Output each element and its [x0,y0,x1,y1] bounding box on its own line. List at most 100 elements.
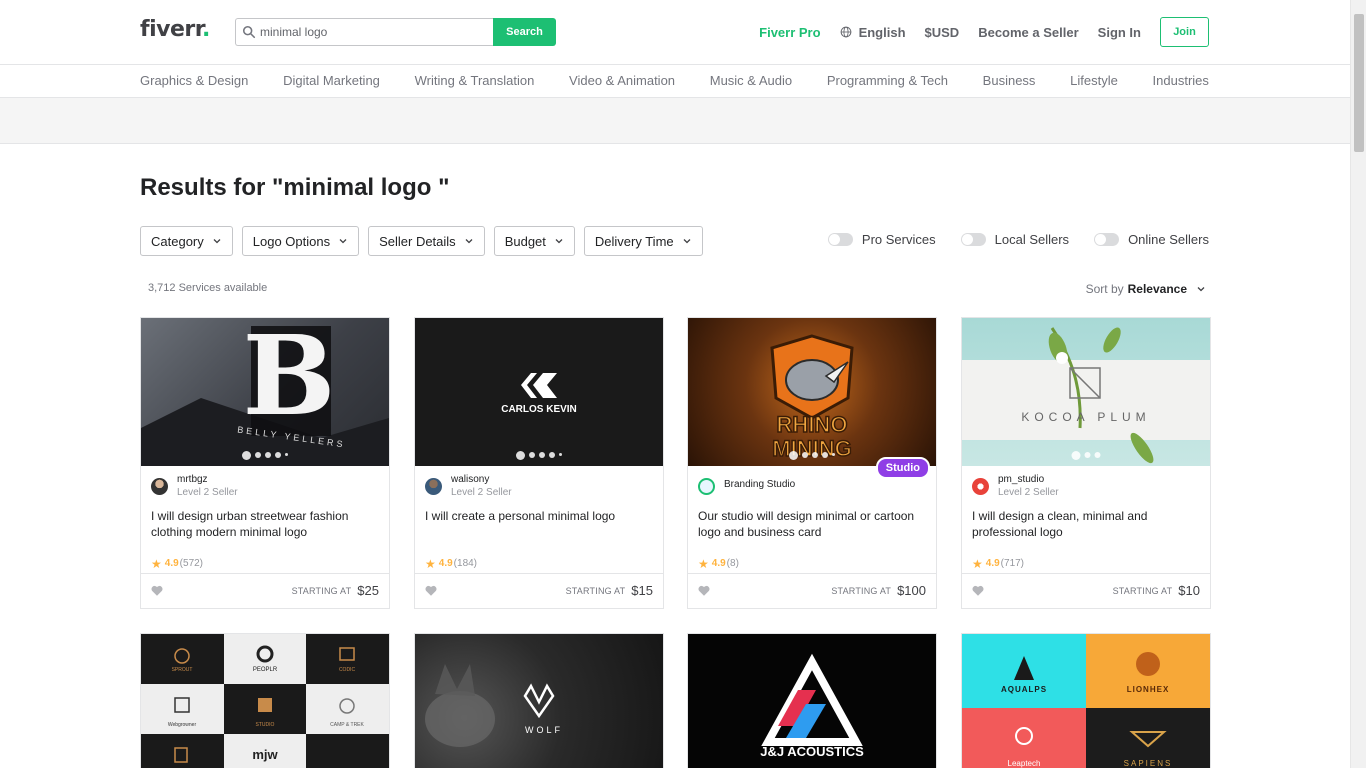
sign-in-link[interactable]: Sign In [1098,25,1141,40]
gig-rating: ★ 4.9 (184) [425,556,478,571]
heart-icon[interactable] [425,585,437,596]
gig-image-art: B BELLY YELLERS [141,318,389,466]
category-programming-tech[interactable]: Programming & Tech [827,73,948,88]
filter-budget[interactable]: Budget [493,226,575,256]
toggle-switch[interactable] [1094,233,1120,246]
toggle-online-sellers[interactable]: Online Sellers [1094,232,1209,247]
gig-price[interactable]: STARTING AT $15 [566,583,653,598]
filter-category[interactable]: Category [140,226,233,256]
gig-title[interactable]: I will design a clean, minimal and profe… [962,508,1210,548]
gig-card[interactable]: AQUALPS LIONHEX Leaptech SAPIENS [961,633,1211,768]
chevron-down-icon [555,239,563,244]
heart-icon[interactable] [972,585,984,596]
svg-text:AQUALPS: AQUALPS [1001,685,1047,694]
gig-card[interactable]: B BELLY YELLERS mrtbgz Level 2 Seller I … [140,317,390,609]
gig-card[interactable]: mjw SPROUT PEOPLR CODIC Webgrowner STUDI… [140,633,390,768]
fiverr-logo[interactable]: fiverr. [140,17,210,42]
toggle-group: Pro Services Local Sellers Online Seller… [803,232,1209,247]
carousel-dots[interactable] [240,451,290,460]
gig-image-art: RHINO MINING [770,334,854,462]
category-writing-translation[interactable]: Writing & Translation [415,73,535,88]
seller-name[interactable]: walisony [451,474,663,486]
search-icon [242,25,256,39]
results-title: Results for "minimal logo " [140,174,450,201]
gig-image[interactable]: KOCOA PLUM [962,318,1210,466]
studio-icon[interactable] [698,478,715,495]
chevron-down-icon [465,239,473,244]
chevron-down-icon [339,239,347,244]
star-icon: ★ [698,556,709,571]
carousel-dots[interactable] [787,451,837,460]
gig-title[interactable]: I will create a personal minimal logo [415,508,663,548]
gig-title[interactable]: I will design urban streetwear fashion c… [141,508,389,548]
gig-card[interactable]: KOCOA PLUM pm_studio Level 2 Seller I wi… [961,317,1211,609]
avatar[interactable] [151,478,168,495]
join-button[interactable]: Join [1160,17,1209,47]
gig-price[interactable]: STARTING AT $25 [292,583,379,598]
category-digital-marketing[interactable]: Digital Marketing [283,73,380,88]
language-selector[interactable]: English [840,25,906,40]
gig-image[interactable]: RHINO MINING [688,318,936,466]
seller-name[interactable]: pm_studio [998,474,1210,486]
gig-image[interactable]: CARLOS KEVIN [415,318,663,466]
gig-card[interactable]: RHINO MINING Studio Branding Studio Our … [687,317,937,609]
gig-card[interactable]: CARLOS KEVIN walisony Level 2 Seller I w… [414,317,664,609]
currency-selector[interactable]: $USD [925,25,960,40]
banner-strip [0,98,1350,144]
gig-card[interactable]: WOLF [414,633,664,768]
gig-image[interactable]: WOLF [415,634,663,768]
category-lifestyle[interactable]: Lifestyle [1070,73,1118,88]
page-scrollbar[interactable] [1350,0,1366,768]
search-input[interactable] [235,18,493,46]
gig-footer: STARTING AT $100 [688,573,936,608]
globe-icon [840,26,851,38]
seller-name[interactable]: Branding Studio [724,479,936,491]
sort-label: Sort by [1085,282,1124,296]
avatar[interactable] [425,478,442,495]
gig-card[interactable]: J&J ACOUSTICS [687,633,937,768]
search-button[interactable]: Search [493,18,556,46]
gig-image[interactable]: AQUALPS LIONHEX Leaptech SAPIENS [962,634,1210,768]
gig-title[interactable]: Our studio will design minimal or cartoo… [688,508,936,548]
category-graphics-design[interactable]: Graphics & Design [140,73,248,88]
gig-image-art: WOLF [425,664,560,747]
gig-image[interactable]: J&J ACOUSTICS [688,634,936,768]
heart-icon[interactable] [698,585,710,596]
seller-info: mrtbgz Level 2 Seller [141,466,389,508]
avatar[interactable] [972,478,989,495]
carousel-dots[interactable] [514,451,564,460]
toggle-switch[interactable] [827,233,853,246]
category-video-animation[interactable]: Video & Animation [569,73,675,88]
filter-logo-options[interactable]: Logo Options [241,226,360,256]
toggle-local-sellers[interactable]: Local Sellers [960,232,1069,247]
heart-icon[interactable] [151,585,163,596]
gig-price[interactable]: STARTING AT $10 [1113,583,1200,598]
studio-badge: Studio [875,457,930,479]
scrollbar-thumb[interactable] [1354,14,1364,152]
sort-dropdown[interactable]: Sort by Relevance [1086,282,1206,296]
carousel-dots[interactable] [1070,451,1103,460]
gig-price[interactable]: STARTING AT $100 [831,583,926,598]
seller-level: Level 2 Seller [177,487,238,498]
filter-delivery-time[interactable]: Delivery Time [583,226,703,256]
toggle-switch[interactable] [960,233,986,246]
seller-name[interactable]: mrtbgz [177,474,389,486]
gig-image-art: J&J ACOUSTICS [760,653,864,759]
become-seller-link[interactable]: Become a Seller [978,25,1078,40]
filter-seller-details[interactable]: Seller Details [368,226,485,256]
category-menu: Graphics & Design Digital Marketing Writ… [0,65,1350,98]
seller-info: walisony Level 2 Seller [415,466,663,508]
gig-image[interactable]: B BELLY YELLERS [141,318,389,466]
toggle-pro-services[interactable]: Pro Services [827,232,936,247]
gig-footer: STARTING AT $25 [141,573,389,608]
category-industries[interactable]: Industries [1153,73,1209,88]
gig-image[interactable]: mjw SPROUT PEOPLR CODIC Webgrowner STUDI… [141,634,389,768]
svg-text:Leaptech: Leaptech [1008,759,1041,768]
category-business[interactable]: Business [983,73,1036,88]
category-music-audio[interactable]: Music & Audio [710,73,792,88]
language-label: English [858,24,906,40]
svg-text:STUDIO: STUDIO [256,722,275,728]
fiverr-pro-link[interactable]: Fiverr Pro [759,25,820,40]
filter-bar: Category Logo Options Seller Details Bud… [140,226,712,256]
seller-info: pm_studio Level 2 Seller [962,466,1210,508]
